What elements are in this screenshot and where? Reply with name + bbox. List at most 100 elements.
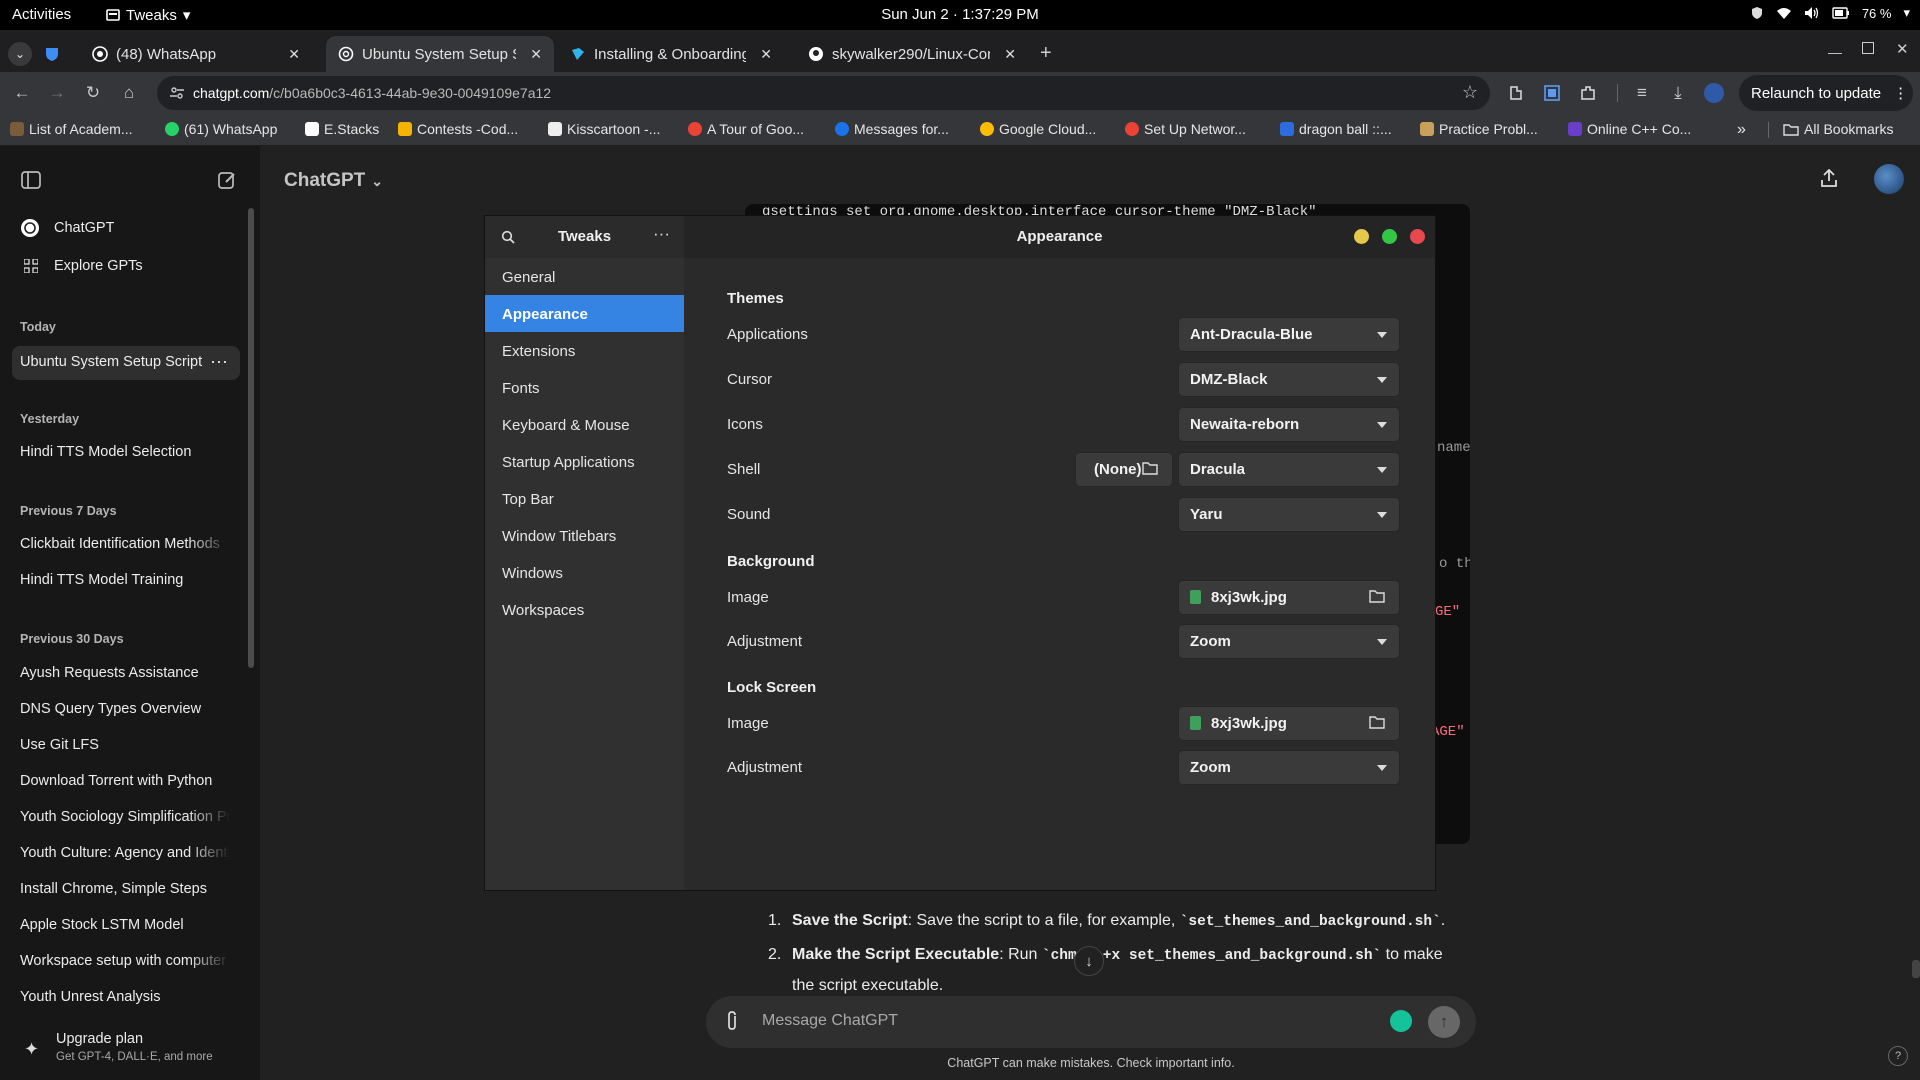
chat-history-item[interactable]: Apple Stock LSTM Model <box>20 917 184 933</box>
attach-paperclip-icon[interactable] <box>724 1010 740 1032</box>
more-options-icon[interactable]: ··· <box>210 351 228 372</box>
chat-history-item[interactable]: Hindi TTS Model Training <box>20 572 183 588</box>
sidebar-item-explore-gpts[interactable]: Explore GPTs <box>24 258 143 274</box>
extensions-puzzle-icon[interactable] <box>1575 80 1601 106</box>
tweaks-nav-general[interactable]: General <box>485 258 684 295</box>
share-icon[interactable] <box>1820 168 1838 188</box>
chat-history-item[interactable]: Ubuntu System Setup Script ··· <box>12 346 240 380</box>
more-options-icon[interactable]: ··· <box>653 224 670 244</box>
reading-list-icon[interactable]: ≡ <box>1629 80 1655 106</box>
bookmark-item[interactable]: (61) WhatsApp <box>165 121 277 137</box>
omnibox[interactable]: chatgpt.com/c/b0a6b0c3-4613-44ab-9e30-00… <box>157 76 1490 110</box>
url-text[interactable]: chatgpt.com/c/b0a6b0c3-4613-44ab-9e30-00… <box>193 85 551 101</box>
tweaks-nav-fonts[interactable]: Fonts <box>485 369 684 406</box>
scroll-down-icon[interactable]: ↓ <box>1074 946 1104 976</box>
page-scrollbar[interactable] <box>1912 960 1920 978</box>
new-chat-icon[interactable] <box>217 170 237 190</box>
sound-theme-dropdown[interactable]: Yaru <box>1178 497 1400 532</box>
back-icon[interactable]: ← <box>9 80 35 106</box>
chat-history-item[interactable]: DNS Query Types Overview <box>20 701 201 717</box>
tab-whatsapp[interactable]: (48) WhatsApp ✕ <box>80 36 312 72</box>
maximize-window-icon[interactable] <box>1862 42 1874 54</box>
applications-theme-dropdown[interactable]: Ant-Dracula-Blue <box>1178 317 1400 352</box>
tab-installing-onboarding[interactable]: Installing & Onboarding ✕ <box>558 36 784 72</box>
chat-history-item[interactable]: Download Torrent with Python <box>20 773 212 789</box>
more-bookmarks-icon[interactable]: » <box>1737 121 1746 139</box>
chat-history-item[interactable]: Use Git LFS <box>20 737 99 753</box>
close-window-icon[interactable]: ✕ <box>1896 40 1909 58</box>
bookmark-item[interactable]: Kisscartoon -... <box>548 121 660 137</box>
extension-icon[interactable] <box>1503 80 1529 106</box>
bookmark-item[interactable]: Online C++ Co... <box>1568 121 1691 137</box>
chat-history-item[interactable]: Workspace setup with computer <box>20 953 230 969</box>
screenshot-extension-icon[interactable] <box>1539 80 1565 106</box>
tab-chatgpt[interactable]: Ubuntu System Setup Sc ✕ <box>326 36 554 72</box>
profile-avatar[interactable] <box>1704 83 1724 103</box>
cursor-theme-dropdown[interactable]: DMZ-Black <box>1178 362 1400 397</box>
tweaks-nav-window-titlebars[interactable]: Window Titlebars <box>485 517 684 554</box>
chat-history-item[interactable]: Youth Culture: Agency and Identi <box>20 845 230 861</box>
clock[interactable]: Sun Jun 2 · 1:37:29 PM <box>881 6 1039 23</box>
bookmark-item[interactable]: Google Cloud... <box>980 121 1096 137</box>
bookmark-item[interactable]: Messages for... <box>835 121 949 137</box>
chat-history-item[interactable]: Hindi TTS Model Selection <box>20 444 191 460</box>
lock-adjustment-dropdown[interactable]: Zoom <box>1178 750 1400 785</box>
icons-theme-dropdown[interactable]: Newaita-reborn <box>1178 407 1400 442</box>
bookmark-item[interactable]: Set Up Networ... <box>1125 121 1246 137</box>
model-selector[interactable]: ChatGPT ⌄ <box>284 170 383 192</box>
close-icon[interactable] <box>1410 229 1425 244</box>
all-bookmarks-button[interactable]: All Bookmarks <box>1783 121 1893 137</box>
message-input[interactable]: Message ChatGPT <box>762 1012 898 1030</box>
app-menu[interactable]: Tweaks ▾ <box>106 6 190 24</box>
bookmark-item[interactable]: Practice Probl... <box>1420 121 1538 137</box>
tweaks-nav-top-bar[interactable]: Top Bar <box>485 480 684 517</box>
sidebar-item-chatgpt[interactable]: ChatGPT <box>20 218 114 238</box>
close-tab-icon[interactable]: ✕ <box>1004 46 1016 63</box>
bookmark-item[interactable]: Contests -Cod... <box>398 121 518 137</box>
new-tab-icon[interactable]: + <box>1040 42 1052 65</box>
background-adjustment-dropdown[interactable]: Zoom <box>1178 624 1400 659</box>
minimize-icon[interactable] <box>1354 229 1369 244</box>
chat-history-item[interactable]: Youth Sociology Simplification Pr <box>20 809 230 825</box>
grammarly-icon[interactable] <box>1390 1010 1412 1032</box>
bookmark-item[interactable]: A Tour of Goo... <box>688 121 804 137</box>
chat-history-item[interactable]: Install Chrome, Simple Steps <box>20 881 207 897</box>
background-image-chooser[interactable]: 8xj3wk.jpg <box>1178 580 1400 615</box>
tweaks-nav-startup-applications[interactable]: Startup Applications <box>485 443 684 480</box>
download-icon[interactable]: ⤓ <box>1665 80 1691 106</box>
help-icon[interactable]: ? <box>1888 1046 1908 1066</box>
relaunch-to-update-button[interactable]: Relaunch to update ⋮ <box>1739 75 1913 111</box>
user-avatar[interactable] <box>1874 164 1904 194</box>
tab-github[interactable]: skywalker290/Linux-Con ✕ <box>796 36 1028 72</box>
toggle-sidebar-icon[interactable] <box>20 170 42 190</box>
chat-history-item[interactable]: Youth Unrest Analysis <box>20 989 161 1005</box>
tweaks-nav-keyboard-mouse[interactable]: Keyboard & Mouse <box>485 406 684 443</box>
tab-search-chevron-icon[interactable]: ⌄ <box>8 42 32 66</box>
message-composer[interactable]: Message ChatGPT ↑ <box>706 996 1476 1048</box>
sidebar-scrollbar[interactable] <box>248 208 254 668</box>
shell-file-chooser[interactable]: (None) <box>1075 452 1173 487</box>
maximize-icon[interactable] <box>1382 229 1397 244</box>
tweaks-nav-appearance[interactable]: Appearance <box>485 295 684 332</box>
close-tab-icon[interactable]: ✕ <box>760 46 772 63</box>
reload-icon[interactable]: ↻ <box>80 80 106 106</box>
pinned-tab[interactable] <box>44 36 72 72</box>
more-vertical-icon[interactable]: ⋮ <box>1893 84 1908 102</box>
home-icon[interactable]: ⌂ <box>116 80 142 106</box>
system-tray[interactable]: 76 % ▾ <box>1750 5 1910 21</box>
shell-theme-dropdown[interactable]: Dracula <box>1178 452 1400 487</box>
bookmark-item[interactable]: List of Academ... <box>10 121 133 137</box>
chat-history-item[interactable]: Clickbait Identification Methods <box>20 536 230 552</box>
chat-history-item[interactable]: Ayush Requests Assistance <box>20 665 199 681</box>
send-arrow-icon[interactable]: ↑ <box>1428 1006 1460 1038</box>
tweaks-nav-windows[interactable]: Windows <box>485 554 684 591</box>
tweaks-nav-extensions[interactable]: Extensions <box>485 332 684 369</box>
lock-image-chooser[interactable]: 8xj3wk.jpg <box>1178 706 1400 741</box>
close-tab-icon[interactable]: ✕ <box>288 46 300 63</box>
bookmark-item[interactable]: dragon ball ::... <box>1280 121 1392 137</box>
site-info-icon[interactable] <box>169 85 185 101</box>
tweaks-nav-workspaces[interactable]: Workspaces <box>485 591 684 628</box>
minimize-window-icon[interactable]: — <box>1828 44 1842 60</box>
activities-button[interactable]: Activities <box>12 6 71 23</box>
upgrade-plan-button[interactable]: ✦ Upgrade plan Get GPT-4, DALL·E, and mo… <box>0 1022 260 1080</box>
